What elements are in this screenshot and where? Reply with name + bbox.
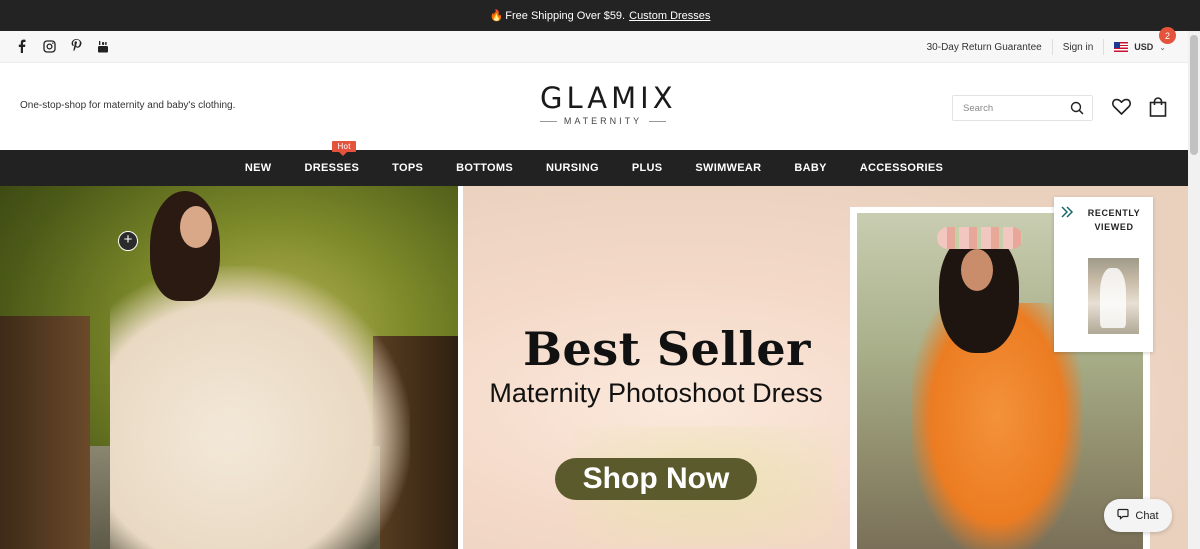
heart-icon[interactable] [1112, 98, 1131, 120]
chat-bubble-icon [1117, 508, 1129, 523]
shop-now-button[interactable]: Shop Now [555, 458, 757, 500]
instagram-icon[interactable] [41, 38, 57, 54]
recently-viewed-panel: RECENTLY VIEWED [1054, 197, 1153, 352]
nav-item-nursing[interactable]: NURSING [546, 162, 599, 174]
logo[interactable]: GLAMIX MATERNITY [540, 81, 677, 126]
hot-badge: Hot [332, 141, 356, 156]
social-links [14, 38, 111, 54]
pinterest-icon[interactable] [68, 38, 84, 54]
banner-subtitle: Maternity Photoshoot Dress [489, 378, 823, 408]
plus-icon[interactable]: + [118, 231, 138, 251]
us-flag-icon [1114, 42, 1129, 52]
nav-item-new[interactable]: NEW [245, 162, 272, 174]
logo-main-text: GLAMIX [540, 81, 677, 115]
hero-photo-left[interactable]: + [0, 186, 458, 549]
search-icon[interactable] [1070, 101, 1084, 120]
utility-bar: 30-Day Return Guarantee Sign in USD ⌄ [0, 31, 1188, 63]
search-box[interactable]: Search [952, 95, 1093, 121]
flame-icon: 🔥 [489, 10, 504, 22]
site-header: One-stop-shop for maternity and baby's c… [0, 64, 1188, 150]
model-hair [150, 191, 220, 301]
sign-in-link[interactable]: Sign in [1063, 42, 1094, 53]
main-nav: NEW DRESSES Hot TOPS BOTTOMS NURSING PLU… [0, 141, 1188, 186]
recently-viewed-thumbnail[interactable] [1088, 258, 1139, 334]
search-input[interactable]: Search [963, 103, 993, 114]
recently-viewed-label-line1: RECENTLY [1087, 208, 1141, 218]
announcement-bar: 🔥 Free Shipping Over $59. Custom Dresses [0, 0, 1200, 31]
divider [1051, 39, 1053, 55]
nav-item-plus[interactable]: PLUS [632, 162, 663, 174]
cart-count-badge: 2 [1159, 27, 1176, 44]
nav-item-baby[interactable]: BABY [794, 162, 826, 174]
announcement-text: Free Shipping Over $59. [505, 9, 626, 22]
return-guarantee-link[interactable]: 30-Day Return Guarantee [927, 42, 1042, 53]
model-face [961, 249, 993, 291]
page-scrollbar[interactable] [1188, 31, 1200, 549]
bridge-rail-left [0, 316, 90, 549]
nav-item-dresses[interactable]: DRESSES Hot [304, 141, 360, 174]
double-chevron-right-icon[interactable] [1060, 205, 1082, 231]
currency-selector[interactable]: USD [1134, 42, 1153, 52]
chat-button[interactable]: Chat [1104, 499, 1172, 532]
recently-viewed-label-line2: VIEWED [1094, 222, 1134, 232]
nav-item-tops[interactable]: TOPS [392, 162, 423, 174]
logo-line-right [649, 120, 666, 122]
banner-title: Best Seller [523, 322, 811, 376]
youtube-icon[interactable] [95, 38, 111, 54]
facebook-icon[interactable] [14, 38, 30, 54]
logo-line-left [540, 120, 557, 122]
nav-item-swimwear[interactable]: SWIMWEAR [695, 162, 761, 174]
divider [1103, 39, 1105, 55]
nav-item-accessories[interactable]: ACCESSORIES [860, 162, 943, 174]
utility-right: 30-Day Return Guarantee Sign in USD ⌄ [927, 31, 1166, 63]
scrollbar-thumb[interactable] [1190, 35, 1198, 155]
model-face [180, 206, 212, 248]
recently-viewed-label: RECENTLY VIEWED [1084, 206, 1144, 234]
chat-label: Chat [1135, 509, 1159, 522]
nav-item-bottoms[interactable]: BOTTOMS [456, 162, 513, 174]
tagline: One-stop-shop for maternity and baby's c… [20, 100, 236, 111]
nav-item-dresses-label: DRESSES [304, 162, 360, 174]
lace-dress [110, 266, 410, 549]
flower-crown [937, 227, 1023, 249]
custom-dresses-link[interactable]: Custom Dresses [629, 10, 710, 22]
logo-sub: MATERNITY [540, 116, 666, 126]
shopping-bag-icon[interactable] [1149, 97, 1167, 122]
logo-sub-text: MATERNITY [563, 116, 643, 126]
